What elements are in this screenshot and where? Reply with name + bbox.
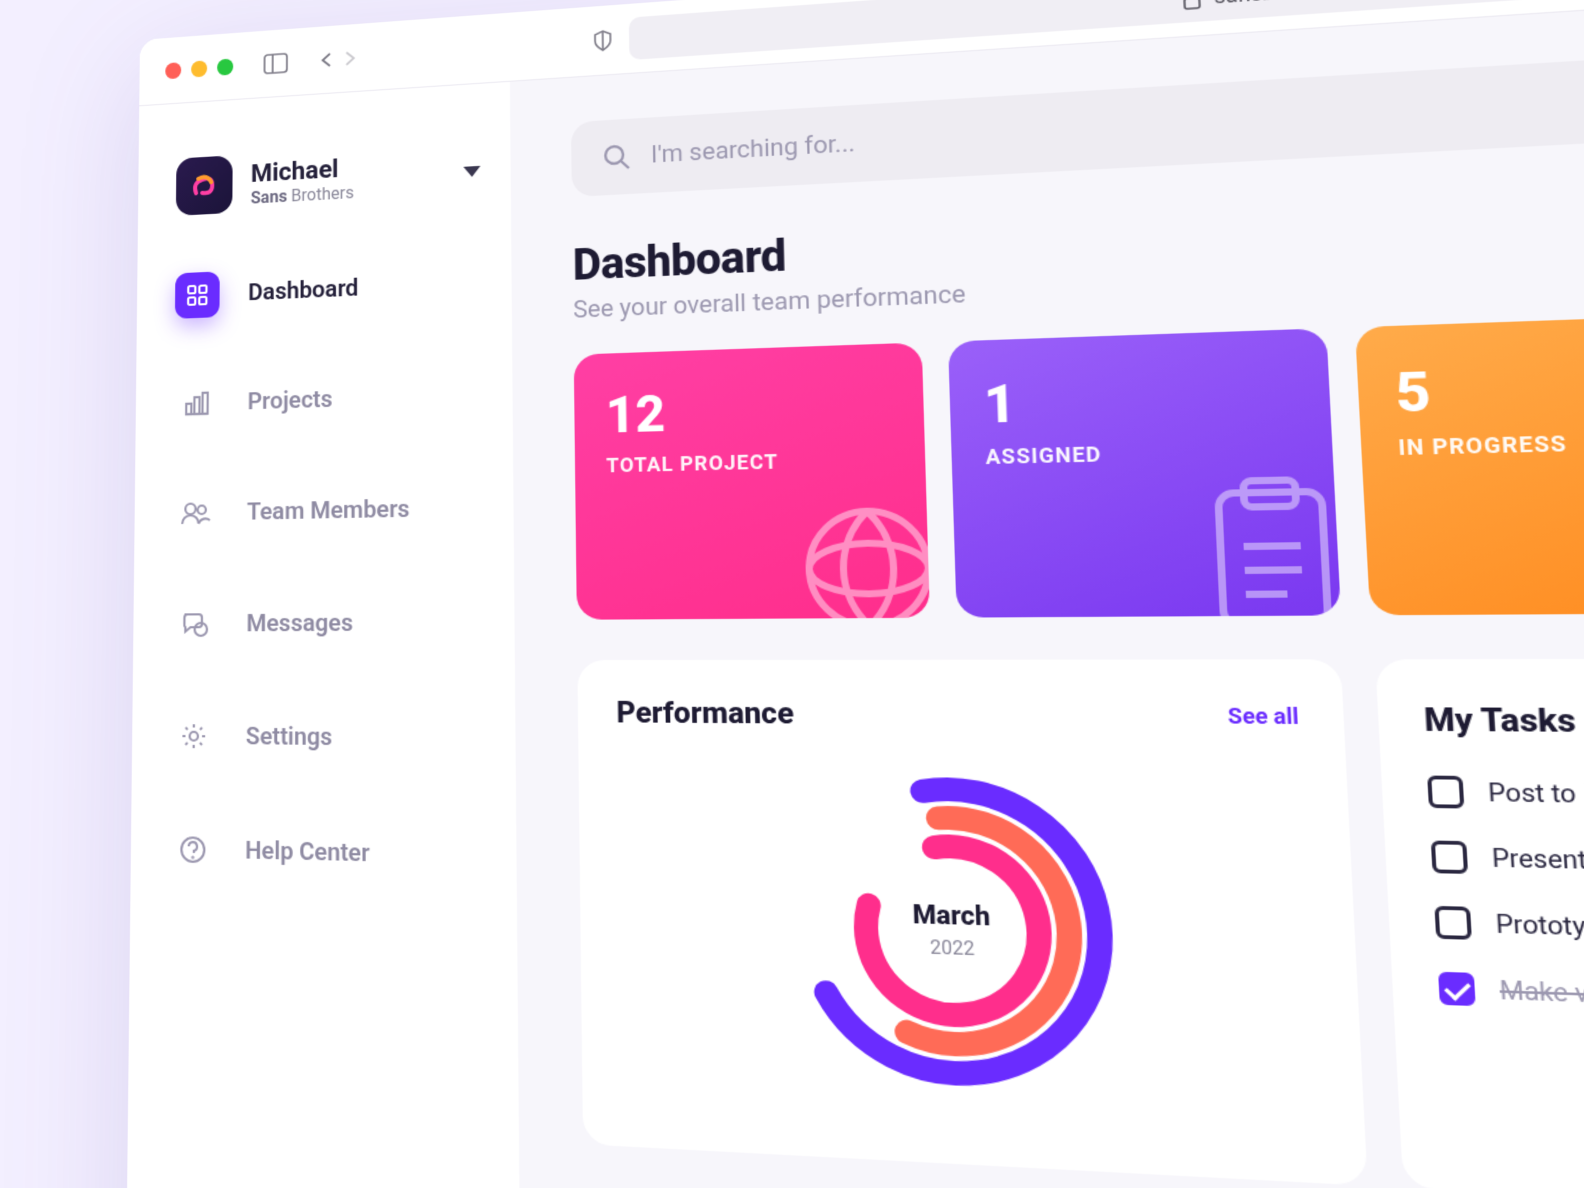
main-content: I'm searching for... Dashboard See your … [510,0,1584,1188]
task-label: Presentation to the team [1491,843,1584,880]
chevron-down-icon [463,160,480,181]
forward-icon[interactable] [339,47,360,69]
sidebar-item-team[interactable]: Team Members [163,484,483,537]
task-item[interactable]: Presentation to the team [1431,841,1584,891]
stat-card-in-progress[interactable]: 5 IN PROGRESS [1355,313,1584,616]
task-label: Post to Dribbble [1487,777,1584,810]
brand-logo-icon [176,155,233,216]
shield-icon[interactable] [592,28,614,53]
stat-label: IN PROGRESS [1398,428,1584,461]
clipboard-icon [1191,461,1341,618]
checkbox-icon[interactable] [1434,906,1471,940]
stat-value: 5 [1394,351,1584,426]
stat-label: TOTAL PROJECT [606,448,892,478]
users-icon [173,489,218,536]
sidebar-item-label: Settings [246,723,333,751]
chart-month: March [912,901,990,933]
sidebar: Michael Sans Brothers Dashboard [124,82,522,1188]
checkbox-icon[interactable] [1431,841,1468,874]
task-item[interactable]: Prototyping [1434,906,1584,962]
my-tasks-panel: My Tasks Post to Dribbble [1375,658,1584,1188]
sidebar-item-projects[interactable]: Projects [164,371,482,428]
task-item[interactable]: Make visual design [1438,972,1584,1033]
search-icon [602,142,631,172]
sidebar-item-settings[interactable]: Settings [161,712,485,763]
lock-icon [1181,0,1202,10]
close-window-icon[interactable] [165,62,181,79]
browser-window: sansbrothers.com/dashboard Michael San [124,0,1584,1188]
window-controls [165,58,233,79]
stat-card-total-project[interactable]: 12 TOTAL PROJECT [574,342,930,619]
sidebar-toggle-icon[interactable] [263,52,287,74]
address-bar-url: sansbrothers.com/dashboard [1213,0,1522,9]
task-label: Prototyping [1495,909,1584,943]
panel-title: Performance [616,696,794,731]
task-item[interactable]: Post to Dribbble [1427,776,1584,820]
help-icon [170,825,216,874]
chat-icon [172,600,218,647]
grid-icon [175,271,220,319]
stat-value: 12 [605,377,891,445]
globe-icon [784,481,930,620]
sidebar-item-messages[interactable]: Messages [162,598,484,648]
checkbox-icon[interactable] [1427,776,1464,809]
see-all-link[interactable]: See all [1227,704,1299,730]
panel-title: My Tasks [1423,702,1577,740]
task-label: Make visual design [1499,975,1584,1014]
bar-chart-icon [174,380,219,427]
back-icon[interactable] [317,48,338,70]
search-placeholder: I'm searching for... [651,130,856,169]
stat-card-assigned[interactable]: 1 ASSIGNED [948,328,1341,617]
user-menu[interactable]: Michael Sans Brothers [166,141,481,217]
performance-donut-chart: March 2022 [778,762,1135,1109]
maximize-window-icon[interactable] [217,58,233,75]
sidebar-item-dashboard[interactable]: Dashboard [165,259,482,319]
stat-cards: 12 TOTAL PROJECT 1 ASSIGNED 5 IN PROGRES… [574,296,1584,620]
stat-value: 1 [983,365,1295,437]
sidebar-item-label: Projects [247,386,332,415]
chart-year: 2022 [913,935,991,960]
sidebar-item-label: Dashboard [248,275,358,306]
minimize-window-icon[interactable] [191,60,207,77]
gear-icon [171,712,217,760]
sidebar-item-help[interactable]: Help Center [159,825,485,881]
sidebar-item-label: Messages [246,610,353,638]
sidebar-item-label: Help Center [245,837,370,867]
performance-panel: Performance See all [577,659,1367,1185]
checkbox-checked-icon[interactable] [1438,972,1476,1006]
sidebar-item-label: Team Members [247,496,410,526]
